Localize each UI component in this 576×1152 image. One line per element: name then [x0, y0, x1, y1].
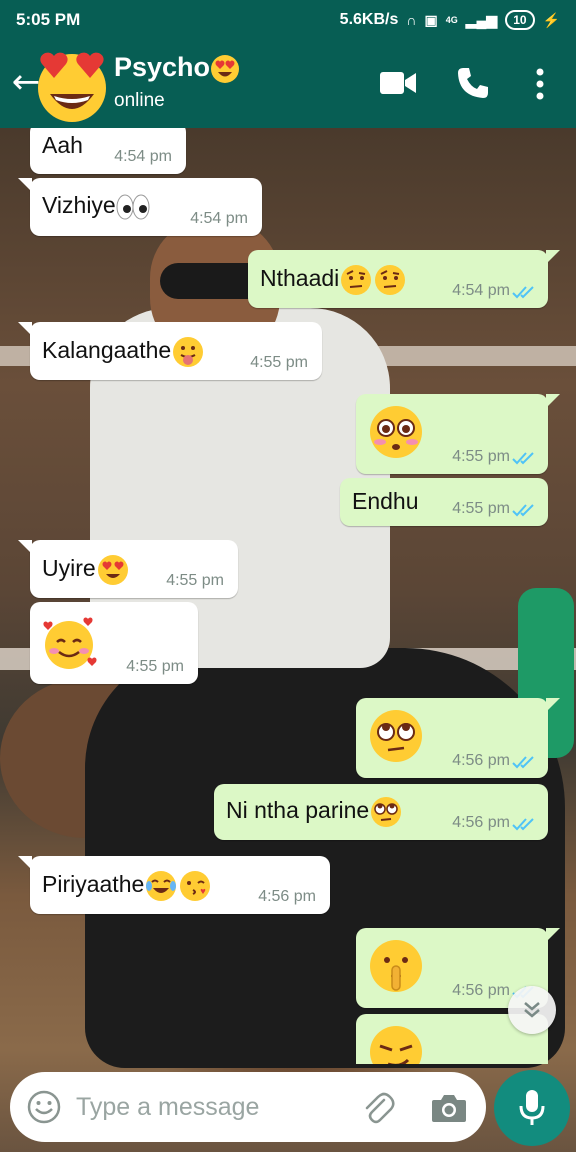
- contact-name[interactable]: Psycho: [114, 52, 240, 84]
- incoming-message[interactable]: Piriyaathe 4:56 pm: [18, 856, 330, 914]
- message-text: Piriyaathe: [42, 870, 212, 902]
- incoming-message[interactable]: Uyire 4:55 pm: [18, 540, 238, 598]
- outgoing-message[interactable]: Endhu 4:55 pm: [340, 478, 548, 526]
- eye-roll-emoji-icon: [370, 710, 422, 762]
- message-time: 4:56 pm: [452, 982, 510, 999]
- network-speed: 5.6KB/s: [339, 11, 399, 28]
- outgoing-message[interactable]: Ni ntha parine 4:56 pm: [214, 784, 548, 840]
- battery-level: 10: [513, 13, 527, 27]
- status-bar: 5:05 PM 5.6KB/s ∩ ▣ 4G ▂▄▆ 10 ⚡: [0, 0, 576, 40]
- voice-message-button[interactable]: [494, 1070, 570, 1146]
- read-receipt-icon: [512, 286, 534, 299]
- message-time: 4:55 pm: [452, 448, 510, 465]
- read-receipt-icon: [512, 756, 534, 769]
- message-list[interactable]: Aah 4:54 pm Vizhiye 4:54 pm Nthaadi 4:54…: [0, 128, 576, 1064]
- outgoing-message[interactable]: Nthaadi 4:54 pm: [248, 250, 560, 308]
- message-time: 4:55 pm: [166, 572, 224, 589]
- incoming-message[interactable]: Kalangaathe 4:55 pm: [18, 322, 322, 380]
- volte-icon: ▣: [424, 11, 438, 28]
- shushing-emoji-icon: [370, 940, 422, 992]
- raised-eyebrow-emoji-icon: [341, 265, 372, 295]
- network-type: 4G: [445, 15, 458, 25]
- avatar[interactable]: [34, 48, 110, 124]
- eye-roll-emoji-icon: [371, 797, 402, 827]
- message-text: Kalangaathe: [42, 336, 205, 368]
- message-time: 4:55 pm: [250, 354, 308, 371]
- message-text: Vizhiye: [42, 192, 150, 221]
- message-time: 4:56 pm: [452, 752, 510, 769]
- message-time: 4:54 pm: [114, 148, 172, 165]
- paperclip-icon[interactable]: [360, 1090, 396, 1126]
- message-time: 4:55 pm: [452, 500, 510, 517]
- heart-eyes-icon: [211, 54, 240, 83]
- incoming-message[interactable]: Vizhiye 4:54 pm: [18, 178, 262, 236]
- message-composer: [10, 1072, 486, 1142]
- read-receipt-icon: [512, 818, 534, 831]
- message-text: Aah: [42, 132, 83, 158]
- kissing-heart-emoji-icon: [180, 871, 211, 901]
- smiling-with-hearts-emoji-icon: [43, 617, 97, 669]
- eyes-emoji-icon: [116, 194, 150, 220]
- incoming-message[interactable]: 4:55 pm: [30, 602, 198, 684]
- message-text: Uyire: [42, 554, 130, 586]
- message-time: 4:56 pm: [258, 888, 316, 905]
- status-indicators: 5.6KB/s ∩ ▣ 4G ▂▄▆ 10 ⚡: [340, 10, 560, 30]
- headphones-icon: ∩: [406, 12, 417, 28]
- microphone-icon: [519, 1090, 545, 1125]
- double-chevron-down-icon: [524, 1002, 540, 1018]
- more-options-icon[interactable]: [528, 66, 552, 102]
- contact-status: online: [114, 90, 165, 111]
- heart-eyes-emoji-icon: [38, 52, 106, 122]
- video-call-icon[interactable]: [380, 70, 416, 96]
- smirk-emoji-icon: [370, 1026, 422, 1064]
- heart-eyes-emoji-icon: [97, 555, 128, 585]
- chat-header: ← Psycho online: [0, 40, 576, 128]
- message-text: Ni ntha parine: [226, 796, 403, 828]
- emoji-picker-icon[interactable]: [26, 1089, 62, 1125]
- tongue-out-emoji-icon: [173, 337, 204, 367]
- voice-call-icon[interactable]: [456, 66, 490, 100]
- tears-of-joy-emoji-icon: [146, 871, 177, 901]
- message-time: 4:54 pm: [190, 210, 248, 227]
- flushed-emoji-icon: [370, 406, 422, 458]
- message-time: 4:56 pm: [452, 814, 510, 831]
- raised-eyebrow-emoji-icon: [375, 265, 406, 295]
- outgoing-message[interactable]: 4:55 pm: [356, 394, 560, 474]
- outgoing-message[interactable]: 4:56 pm: [356, 698, 560, 778]
- read-receipt-icon: [512, 504, 534, 517]
- charging-icon: ⚡: [542, 11, 560, 28]
- battery-icon: 10: [505, 10, 535, 30]
- camera-icon[interactable]: [430, 1090, 468, 1126]
- message-time: 4:54 pm: [452, 282, 510, 299]
- scroll-to-bottom-button[interactable]: [508, 986, 556, 1034]
- message-time: 4:55 pm: [126, 658, 184, 675]
- status-time: 5:05 PM: [16, 10, 81, 29]
- incoming-message[interactable]: Aah 4:54 pm: [30, 128, 186, 174]
- signal-icon: ▂▄▆: [465, 11, 498, 28]
- message-text: Endhu: [352, 488, 419, 514]
- message-input[interactable]: [76, 1086, 346, 1128]
- message-text: Nthaadi: [260, 264, 407, 296]
- read-receipt-icon: [512, 452, 534, 465]
